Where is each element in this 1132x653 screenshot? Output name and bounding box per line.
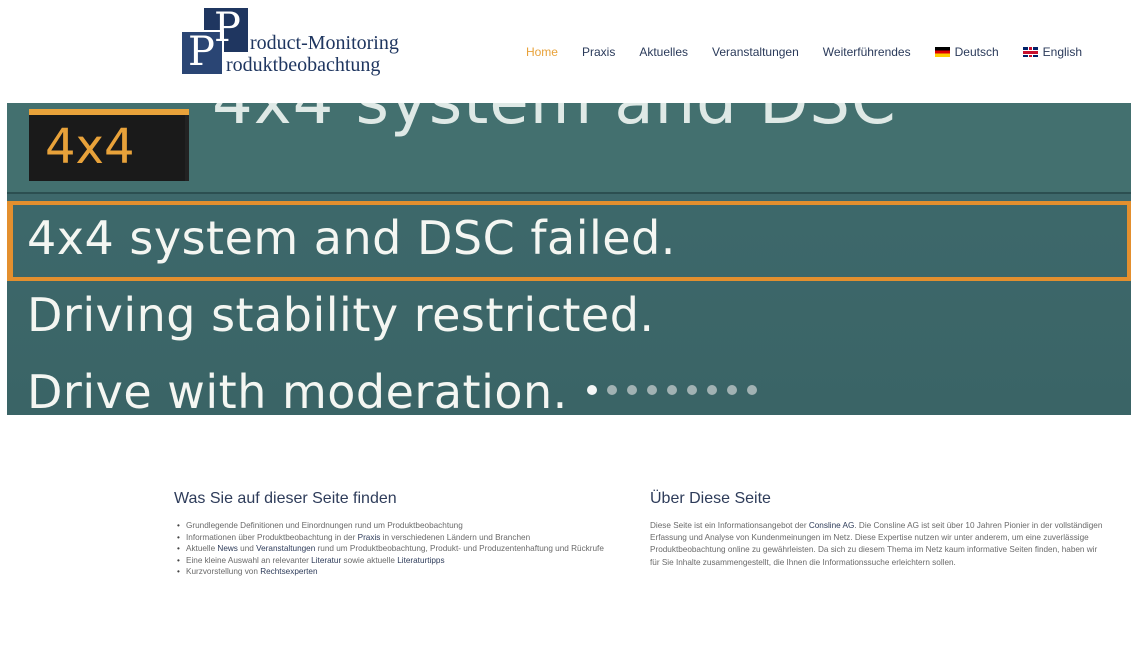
nav-home[interactable]: Home — [526, 45, 558, 59]
list-item-text: Kurzvorstellung von — [186, 567, 261, 576]
list-item-text: und — [237, 544, 257, 553]
section-heading-right: Über Diese Seite — [650, 490, 771, 507]
lang-english-label: English — [1042, 45, 1082, 59]
hero-4x4-badge: 4x4 — [29, 109, 189, 181]
slider-dot-8[interactable] — [727, 385, 737, 395]
site-header: P P roduct-Monitoring roduktbeobachtung … — [0, 0, 1132, 103]
link-praxis[interactable]: Praxis — [358, 533, 381, 542]
list-item-text: sowie aktuelle — [341, 555, 398, 565]
list-item-text: in verschiedenen Ländern und Branchen — [380, 532, 531, 542]
logo-text-produktbeobachtung: roduktbeobachtung — [226, 54, 381, 76]
list-item-text: Aktuelle — [186, 544, 218, 553]
link-rechtsexperten[interactable]: Rechtsexperten — [260, 567, 317, 576]
site-logo[interactable]: P P roduct-Monitoring roduktbeobachtung — [180, 5, 410, 78]
slider-dot-2[interactable] — [607, 385, 617, 395]
about-text-pre: Diese Seite ist ein Informationsangebot … — [650, 521, 809, 530]
slider-dot-3[interactable] — [627, 385, 637, 395]
slider-dot-5[interactable] — [667, 385, 677, 395]
lang-deutsch-label: Deutsch — [954, 45, 999, 59]
lang-deutsch[interactable]: Deutsch — [934, 45, 999, 59]
main-nav: Home Praxis Aktuelles Veranstaltungen We… — [526, 45, 1082, 59]
german-flag-icon — [934, 47, 950, 57]
hero-separator — [7, 192, 1131, 194]
list-item: Eine kleine Auswahl an relevanter Litera… — [174, 555, 624, 567]
logo-text-product-monitoring: roduct-Monitoring — [250, 32, 399, 54]
slider-dot-9[interactable] — [747, 385, 757, 395]
slider-dot-6[interactable] — [687, 385, 697, 395]
list-item: Informationen über Produktbeobachtung in… — [174, 532, 624, 544]
list-item-text: Grundlegende Definitionen und Einordnung… — [186, 521, 463, 530]
slider-dots — [587, 385, 757, 395]
list-item: Aktuelle News und Veranstaltungen rund u… — [174, 543, 624, 555]
section-about: Über Diese Seite Diese Seite ist ein Inf… — [650, 490, 1105, 569]
link-veranstaltungen[interactable]: Veranstaltungen — [256, 544, 315, 553]
list-item: Kurzvorstellung von Rechtsexperten — [174, 566, 624, 578]
nav-weiterfuehrendes[interactable]: Weiterführendes — [823, 45, 911, 59]
logo-letter-bottom: P — [188, 29, 215, 75]
hero-slider[interactable]: 4x4 system and DSC 4x4 4x4 system and DS… — [7, 103, 1131, 415]
list-item-text: rund um Produktbeobachtung, Produkt- und… — [315, 544, 604, 553]
feature-list: Grundlegende Definitionen und Einordnung… — [174, 520, 624, 578]
nav-veranstaltungen[interactable]: Veranstaltungen — [712, 45, 799, 59]
link-news[interactable]: News — [217, 544, 237, 553]
list-item-text: Eine kleine Auswahl an relevanter — [186, 555, 312, 565]
section-what-you-find: Was Sie auf dieser Seite finden Grundleg… — [174, 490, 624, 578]
hero-top-text: 4x4 system and DSC — [212, 103, 897, 139]
hero-badge-bar — [29, 109, 189, 115]
logo-letter-top: P — [214, 5, 241, 51]
link-consline[interactable]: Consline AG — [809, 521, 855, 530]
nav-praxis[interactable]: Praxis — [582, 45, 615, 59]
slider-dot-1[interactable] — [587, 385, 597, 395]
slider-dot-7[interactable] — [707, 385, 717, 395]
hero-badge-text: 4x4 — [45, 119, 135, 175]
nav-aktuelles[interactable]: Aktuelles — [639, 45, 688, 59]
uk-flag-icon — [1022, 47, 1038, 57]
link-literaturtipps[interactable]: Literaturtipps — [397, 556, 444, 565]
hero-line-2: Driving stability restricted. — [27, 288, 655, 342]
slider-dot-4[interactable] — [647, 385, 657, 395]
lang-english[interactable]: English — [1022, 45, 1082, 59]
list-item-text: Informationen über Produktbeobachtung in… — [186, 532, 358, 542]
hero-line-1: 4x4 system and DSC failed. — [27, 211, 676, 265]
section-heading-left: Was Sie auf dieser Seite finden — [174, 490, 397, 507]
hero-line-3: Drive with moderation. — [27, 365, 568, 415]
link-literatur[interactable]: Literatur — [311, 556, 341, 565]
about-text: Diese Seite ist ein Informationsangebot … — [650, 520, 1105, 569]
list-item: Grundlegende Definitionen und Einordnung… — [174, 520, 624, 532]
